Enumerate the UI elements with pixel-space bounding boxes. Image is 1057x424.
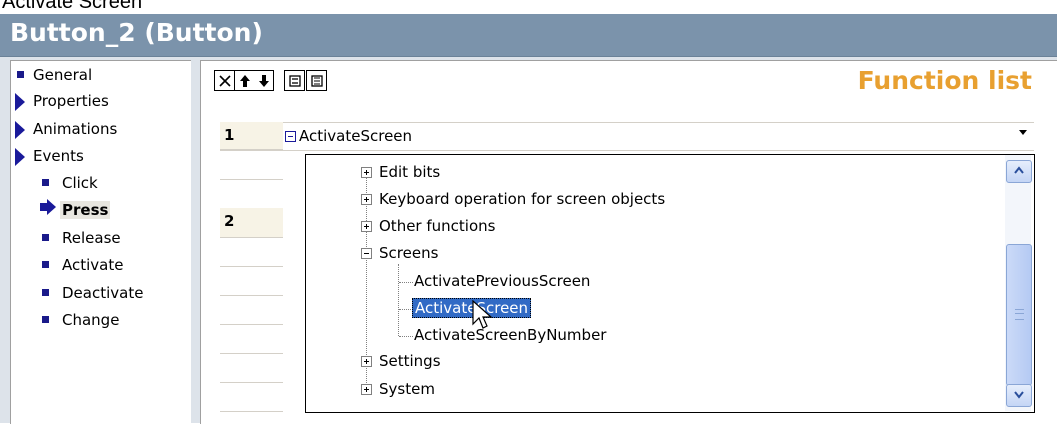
move-down-button[interactable] xyxy=(254,70,274,91)
delete-icon xyxy=(218,74,231,87)
tree-item-keyboard-operation[interactable]: Keyboard operation for screen objects xyxy=(379,190,665,208)
triangle-right-icon xyxy=(15,121,25,139)
tree-item-other-functions[interactable]: Other functions xyxy=(379,217,495,235)
scroll-thumb[interactable] xyxy=(1006,244,1032,386)
chevron-up-icon xyxy=(1014,166,1024,174)
mouse-cursor-icon xyxy=(472,300,493,329)
row-number: 1 xyxy=(220,122,283,150)
dropdown-button[interactable] xyxy=(1014,126,1031,143)
bullet-icon xyxy=(42,316,49,323)
tree-item-settings[interactable]: Settings xyxy=(379,352,441,370)
chevron-down-icon xyxy=(1018,130,1027,135)
tree-item-activate-previous-screen[interactable]: ActivatePreviousScreen xyxy=(414,272,590,290)
scroll-down-button[interactable] xyxy=(1006,384,1032,407)
expand-button[interactable] xyxy=(306,70,327,91)
arrow-right-icon xyxy=(40,199,56,215)
bullet-icon xyxy=(42,179,49,186)
move-up-button[interactable] xyxy=(234,70,255,91)
move-up-icon xyxy=(239,74,250,87)
row-number-empty xyxy=(220,266,283,296)
row-number-empty xyxy=(220,353,283,383)
window-title-bar: Button_2 (Button) xyxy=(0,14,1057,57)
plus-box-icon[interactable] xyxy=(361,167,372,178)
row-number-empty xyxy=(220,324,283,354)
triangle-right-icon xyxy=(15,93,25,111)
collapse-icon xyxy=(288,74,301,87)
collapse-button[interactable] xyxy=(284,70,305,91)
tree-item-screens[interactable]: Screens xyxy=(379,244,438,262)
function-list-title: Function list xyxy=(857,66,1032,95)
tree-item-system[interactable]: System xyxy=(379,380,435,398)
move-down-icon xyxy=(258,74,269,87)
row-number-empty xyxy=(220,179,283,209)
scroll-up-button[interactable] xyxy=(1006,160,1032,183)
caption-text: Activate Screen" xyxy=(2,0,150,13)
delete-button[interactable] xyxy=(214,70,235,91)
bullet-icon xyxy=(42,289,49,296)
row-number: 2 xyxy=(220,208,283,238)
plus-box-icon[interactable] xyxy=(361,384,372,395)
bullet-icon xyxy=(17,71,24,78)
bullet-icon xyxy=(42,234,49,241)
minus-box-icon[interactable] xyxy=(361,248,372,259)
tree-line xyxy=(399,336,413,337)
tree-item-edit-bits[interactable]: Edit bits xyxy=(379,163,440,181)
plus-box-icon[interactable] xyxy=(361,194,372,205)
window-title: Button_2 (Button) xyxy=(10,18,263,47)
tree-line xyxy=(399,309,413,310)
row-number-empty xyxy=(220,237,283,267)
expand-icon xyxy=(310,74,323,87)
row-number-empty xyxy=(220,295,283,325)
collapse-toggle-icon[interactable] xyxy=(285,131,296,142)
dropdown-scrollbar[interactable] xyxy=(1005,155,1032,411)
bullet-icon xyxy=(42,261,49,268)
chevron-down-icon xyxy=(1014,391,1024,399)
triangle-right-icon xyxy=(15,148,25,166)
plus-box-icon[interactable] xyxy=(361,356,372,367)
function-cell[interactable]: ActivateScreen xyxy=(299,127,412,145)
row-number-empty xyxy=(220,382,283,412)
tree-item-activate-screen-by-number[interactable]: ActivateScreenByNumber xyxy=(414,326,606,344)
row-number-empty xyxy=(220,149,283,180)
grip-icon xyxy=(1015,309,1024,320)
tree-line xyxy=(398,264,399,336)
tree-line xyxy=(399,282,413,283)
plus-box-icon[interactable] xyxy=(361,221,372,232)
